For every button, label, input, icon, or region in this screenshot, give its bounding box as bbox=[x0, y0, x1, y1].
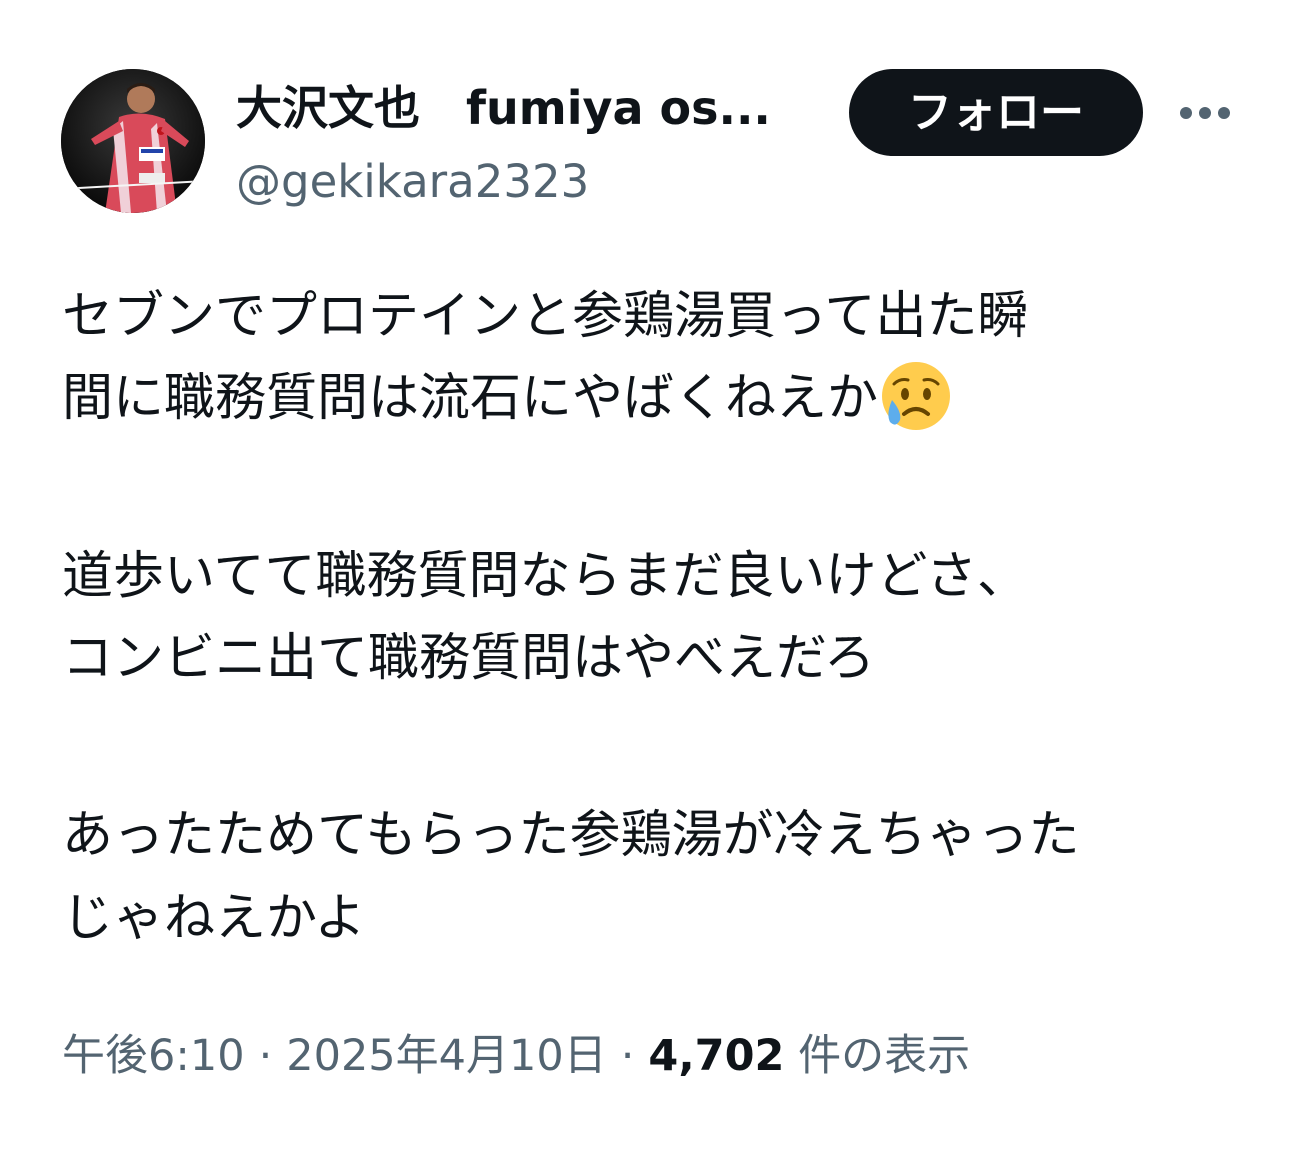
views-count: 4,702 bbox=[648, 1031, 785, 1081]
tweet-text-line: じゃねえかよ bbox=[62, 889, 366, 948]
user-handle[interactable]: @gekikara2323 bbox=[236, 152, 589, 212]
tweet-text-segment: 間に職務質問は流石にやばくねえか bbox=[62, 369, 879, 428]
display-name[interactable]: 大沢文也 fumiya os... bbox=[236, 78, 816, 138]
tweet-date[interactable]: 2025年4月10日 bbox=[286, 1031, 607, 1081]
tweet-text-line: セブンでプロテインと参鶏湯買って出た瞬 bbox=[62, 287, 1029, 346]
sad-but-relieved-face-emoji bbox=[878, 358, 954, 434]
more-options-button[interactable] bbox=[1168, 88, 1242, 138]
tweet-meta: 午後6:10 · 2025年4月10日 · 4,702 件の表示 bbox=[62, 1026, 970, 1086]
tweet-text-line: 間に職務質問は流石にやばくねえか bbox=[62, 362, 954, 434]
views-label: 件の表示 bbox=[798, 1031, 971, 1081]
tweet-time[interactable]: 午後6:10 bbox=[62, 1031, 245, 1081]
follow-button[interactable]: フォロー bbox=[849, 69, 1143, 156]
avatar[interactable] bbox=[61, 69, 205, 213]
tweet-text-line: 道歩いてて職務質問ならまだ良いけどさ、 bbox=[62, 547, 1028, 606]
tweet-text-line: コンビニ出て職務質問はやべえだろ bbox=[62, 629, 875, 688]
more-horizontal-icon bbox=[1180, 107, 1230, 119]
meta-separator: · bbox=[620, 1031, 635, 1081]
meta-separator: · bbox=[258, 1031, 273, 1081]
tweet-text-line: あったためてもらった参鶏湯が冷えちゃった bbox=[62, 806, 1080, 865]
